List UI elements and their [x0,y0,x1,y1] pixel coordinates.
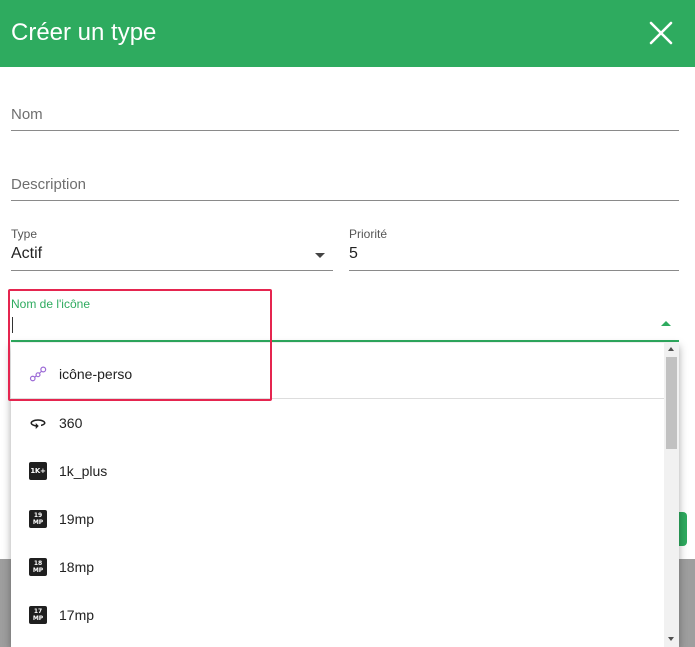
icon-glyph-bottom: MP [32,567,44,574]
list-item-label: 1k_plus [59,463,108,479]
17mp-icon: 17 MP [29,606,47,624]
scroll-down-arrow-icon[interactable] [668,637,674,641]
list-item-360[interactable]: 360 [11,399,664,447]
scrollbar-thumb[interactable] [666,357,677,449]
priority-label: Priorité [349,227,388,241]
type-value: Actif [11,245,43,262]
list-item-label: 18mp [59,559,95,575]
icon-glyph-bottom: MP [32,519,44,526]
list-item-label: 17mp [59,607,95,623]
name-label: Nom [11,106,43,123]
icon-glyph-top: 18 [33,560,43,567]
dropdown-scrollbar[interactable] [664,343,679,647]
list-item-label: icône-perso [59,366,133,382]
custom-graph-icon [29,366,47,382]
1k-plus-icon: 1K+ [29,462,47,480]
list-item-19mp[interactable]: 19 MP 19mp [11,495,664,543]
icon-name-underline [11,340,679,342]
dialog-title: Créer un type [11,19,157,46]
list-item-label: 360 [59,415,83,431]
name-underline [11,130,679,131]
dialog-header: Créer un type [0,0,695,67]
priority-underline [349,270,679,271]
list-item-label: 19mp [59,511,95,527]
type-label: Type [11,227,38,241]
rotate-360-icon [30,419,46,429]
icon-glyph-top: 19 [33,512,43,519]
icon-name-label: Nom de l'icône [11,297,90,311]
18mp-icon: 18 MP [29,558,47,576]
icon-dropdown-list: icône-perso 360 1K+ 1k_plus 19 MP 19mp 1… [11,343,679,647]
19mp-icon: 19 MP [29,510,47,528]
scroll-up-arrow-icon[interactable] [668,347,674,351]
chevron-down-icon[interactable] [315,253,325,258]
type-underline [11,270,333,271]
list-item-custom-icon[interactable]: icône-perso [11,350,664,398]
list-item-17mp[interactable]: 17 MP 17mp [11,591,664,639]
icon-glyph-top: 17 [33,608,43,615]
list-item-18mp[interactable]: 18 MP 18mp [11,543,664,591]
close-icon[interactable] [648,20,674,46]
description-label: Description [11,176,87,193]
icon-glyph-bottom: MP [32,615,44,622]
priority-value: 5 [349,245,358,262]
list-item-1k-plus[interactable]: 1K+ 1k_plus [11,447,664,495]
text-caret [12,317,13,333]
description-underline [11,200,679,201]
chevron-up-icon[interactable] [661,321,671,326]
